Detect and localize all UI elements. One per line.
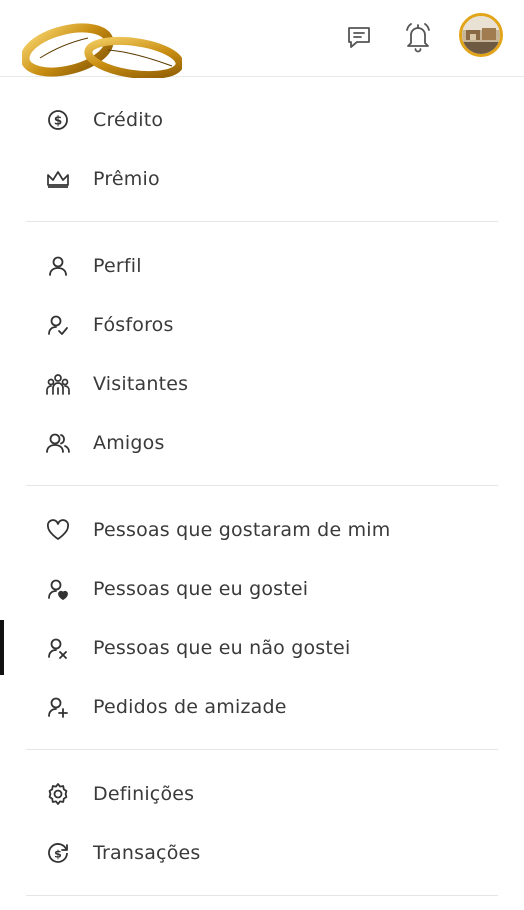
svg-text:$: $	[54, 113, 62, 127]
crown-icon	[46, 167, 70, 191]
menu-item-label: Pessoas que eu não gostei	[93, 636, 351, 659]
heart-icon	[46, 518, 70, 542]
coin-icon: $	[46, 108, 70, 132]
menu-item-perfil[interactable]: Perfil	[0, 236, 524, 295]
user-check-icon	[46, 313, 70, 337]
user-x-icon	[46, 636, 70, 660]
divider	[26, 485, 498, 486]
menu-item-label: Pessoas que gostaram de mim	[93, 518, 391, 541]
menu-item-transacoes[interactable]: $ Transações	[0, 823, 524, 882]
avatar[interactable]	[459, 13, 503, 57]
divider	[26, 749, 498, 750]
menu-item-definicoes[interactable]: Definições	[0, 764, 524, 823]
menu-item-liked-me[interactable]: Pessoas que gostaram de mim	[0, 500, 524, 559]
menu-item-label: Definições	[93, 782, 195, 805]
wedding-rings-logo[interactable]	[22, 22, 182, 78]
menu-item-label: Perfil	[93, 254, 142, 277]
menu-item-i-liked[interactable]: Pessoas que eu gostei	[0, 559, 524, 618]
friends-icon	[46, 431, 70, 455]
bell-icon[interactable]	[401, 20, 435, 54]
user-heart-icon	[46, 577, 70, 601]
user-plus-icon	[46, 695, 70, 719]
gear-icon	[46, 782, 70, 806]
user-icon	[46, 254, 70, 278]
menu-item-label: Crédito	[93, 108, 164, 131]
menu-item-label: Amigos	[93, 431, 165, 454]
menu-item-label: Visitantes	[93, 372, 189, 395]
menu-item-credito[interactable]: $ Crédito	[0, 90, 524, 149]
menu-item-visitantes[interactable]: Visitantes	[0, 354, 524, 413]
divider	[26, 895, 498, 896]
menu-item-label: Transações	[93, 841, 201, 864]
menu-item-label: Pessoas que eu gostei	[93, 577, 309, 600]
menu-item-amigos[interactable]: Amigos	[0, 413, 524, 472]
menu-item-fosforos[interactable]: Fósforos	[0, 295, 524, 354]
chat-icon[interactable]	[342, 20, 376, 54]
menu-item-label: Pedidos de amizade	[93, 695, 287, 718]
side-menu: $ Crédito Prêmio Perfil Fósforos Visitan…	[0, 76, 524, 910]
transaction-icon: $	[46, 841, 70, 865]
divider	[26, 221, 498, 222]
menu-item-premio[interactable]: Prêmio	[0, 149, 524, 208]
menu-item-i-disliked[interactable]: Pessoas que eu não gostei	[0, 618, 524, 677]
menu-item-friend-requests[interactable]: Pedidos de amizade	[0, 677, 524, 736]
menu-item-label: Prêmio	[93, 167, 160, 190]
visitors-icon	[46, 372, 70, 396]
menu-item-label: Fósforos	[93, 313, 174, 336]
top-bar	[0, 0, 524, 78]
active-indicator	[0, 620, 4, 675]
svg-text:$: $	[54, 847, 62, 860]
